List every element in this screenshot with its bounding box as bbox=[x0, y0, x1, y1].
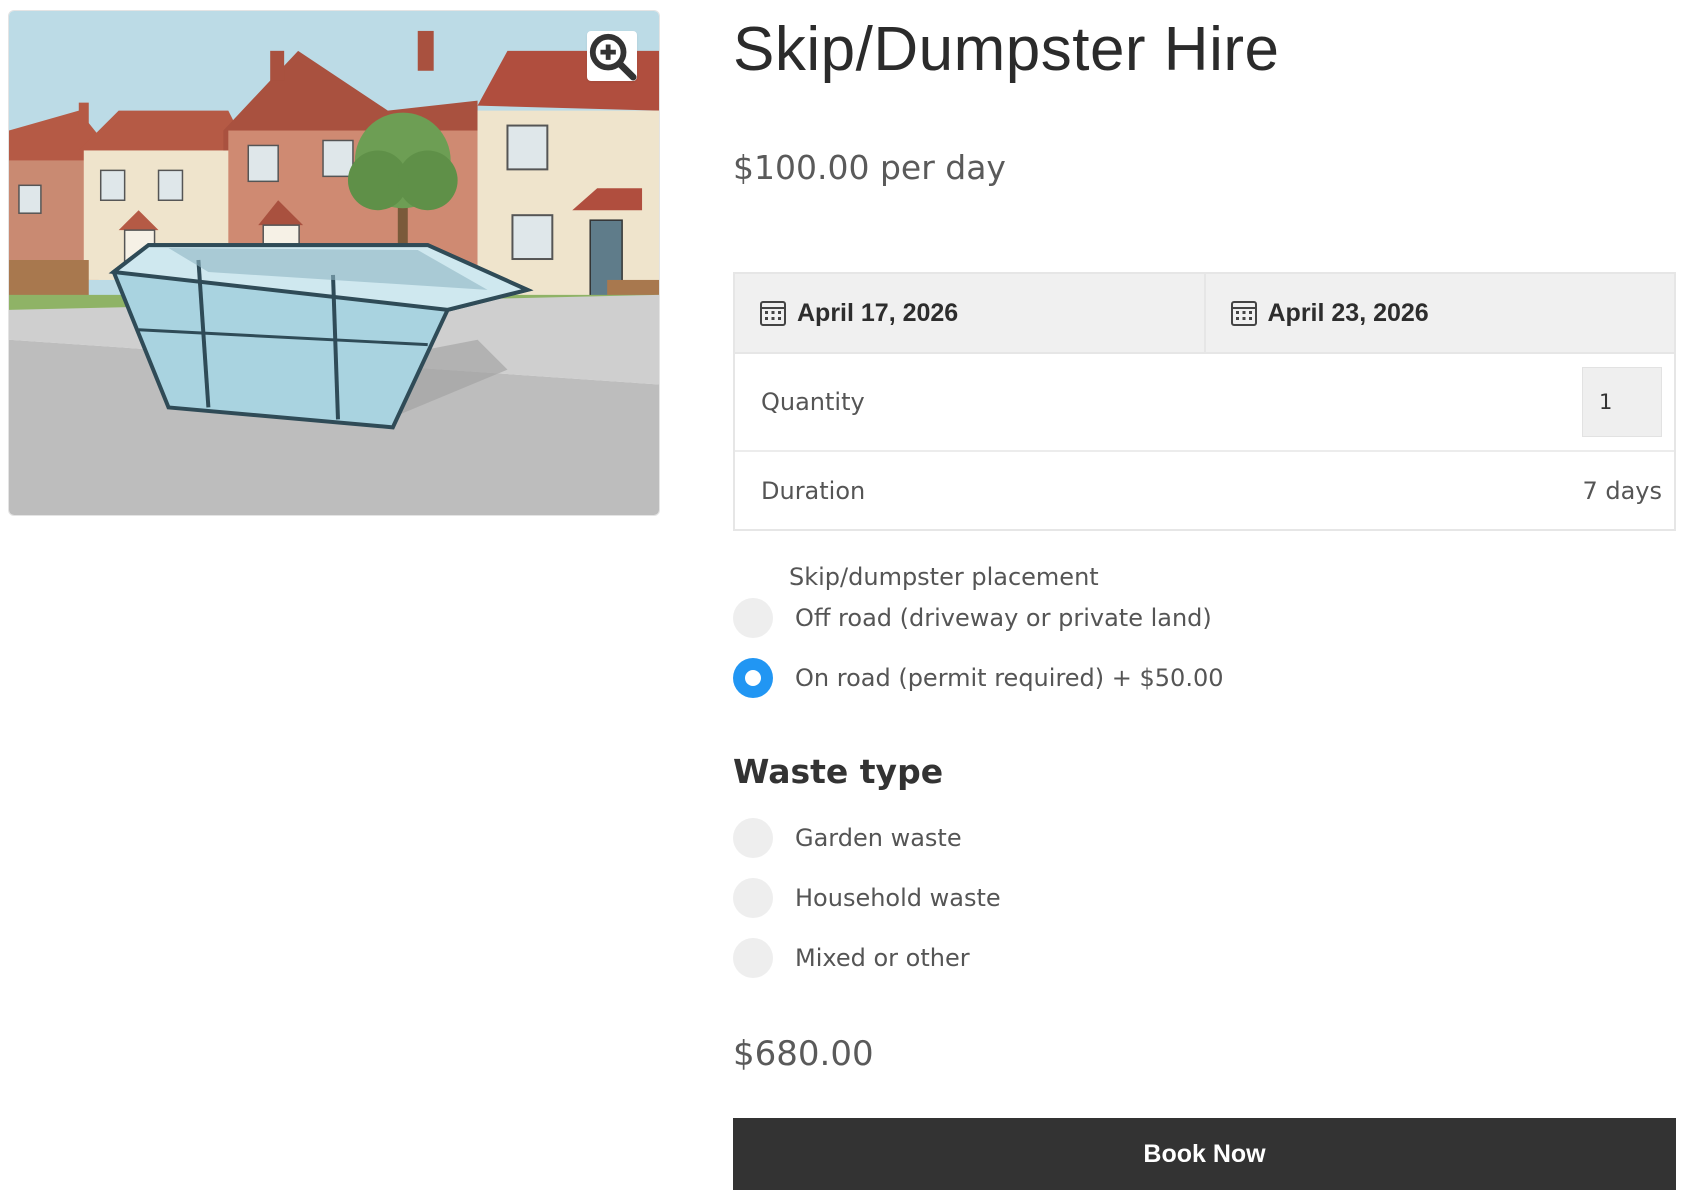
booking-form: April 17, 2026 April 23, 2026 Quantity 1… bbox=[733, 272, 1676, 531]
date-range: April 17, 2026 April 23, 2026 bbox=[735, 274, 1674, 354]
radio-button[interactable] bbox=[733, 818, 773, 858]
placement-option-on-road[interactable]: On road (permit required) + $50.00 bbox=[733, 658, 1223, 698]
option-label: Off road (driveway or private land) bbox=[795, 604, 1212, 632]
start-date-picker[interactable]: April 17, 2026 bbox=[735, 274, 1204, 352]
end-date: April 23, 2026 bbox=[1267, 298, 1429, 327]
placement-label: Skip/dumpster placement bbox=[789, 563, 1099, 591]
book-now-button[interactable]: Book Now bbox=[733, 1118, 1676, 1190]
end-date-picker[interactable]: April 23, 2026 bbox=[1203, 274, 1675, 352]
product-image[interactable] bbox=[8, 10, 660, 516]
option-label: On road (permit required) + $50.00 bbox=[795, 664, 1224, 692]
calendar-icon bbox=[760, 301, 786, 326]
quantity-label: Quantity bbox=[761, 388, 865, 416]
option-label: Household waste bbox=[795, 884, 1001, 912]
duration-label: Duration bbox=[761, 476, 866, 505]
product-price: $100.00 per day bbox=[733, 148, 1006, 187]
quantity-input[interactable] bbox=[1582, 367, 1662, 437]
option-label: Mixed or other bbox=[795, 944, 970, 972]
waste-option-mixed[interactable]: Mixed or other bbox=[733, 938, 970, 978]
placement-option-off-road[interactable]: Off road (driveway or private land) bbox=[733, 598, 1212, 638]
quantity-row: Quantity bbox=[735, 354, 1674, 452]
product-page: Skip/Dumpster Hire $100.00 per day April… bbox=[0, 0, 1681, 1200]
waste-option-garden[interactable]: Garden waste bbox=[733, 818, 962, 858]
zoom-button[interactable] bbox=[587, 31, 637, 81]
start-date: April 17, 2026 bbox=[797, 298, 959, 327]
waste-option-household[interactable]: Household waste bbox=[733, 878, 1001, 918]
product-title: Skip/Dumpster Hire bbox=[733, 15, 1280, 84]
radio-button[interactable] bbox=[733, 878, 773, 918]
radio-button[interactable] bbox=[733, 598, 773, 638]
zoom-in-icon bbox=[589, 33, 637, 81]
total-price: $680.00 bbox=[733, 1034, 874, 1074]
calendar-icon bbox=[1230, 301, 1257, 326]
waste-type-heading: Waste type bbox=[733, 752, 944, 791]
radio-button[interactable] bbox=[733, 938, 773, 978]
radio-button-selected[interactable] bbox=[733, 658, 773, 698]
duration-row: Duration 7 days bbox=[735, 452, 1674, 529]
skip-illustration bbox=[9, 11, 659, 515]
option-label: Garden waste bbox=[795, 824, 962, 852]
duration-value: 7 days bbox=[1582, 476, 1662, 505]
